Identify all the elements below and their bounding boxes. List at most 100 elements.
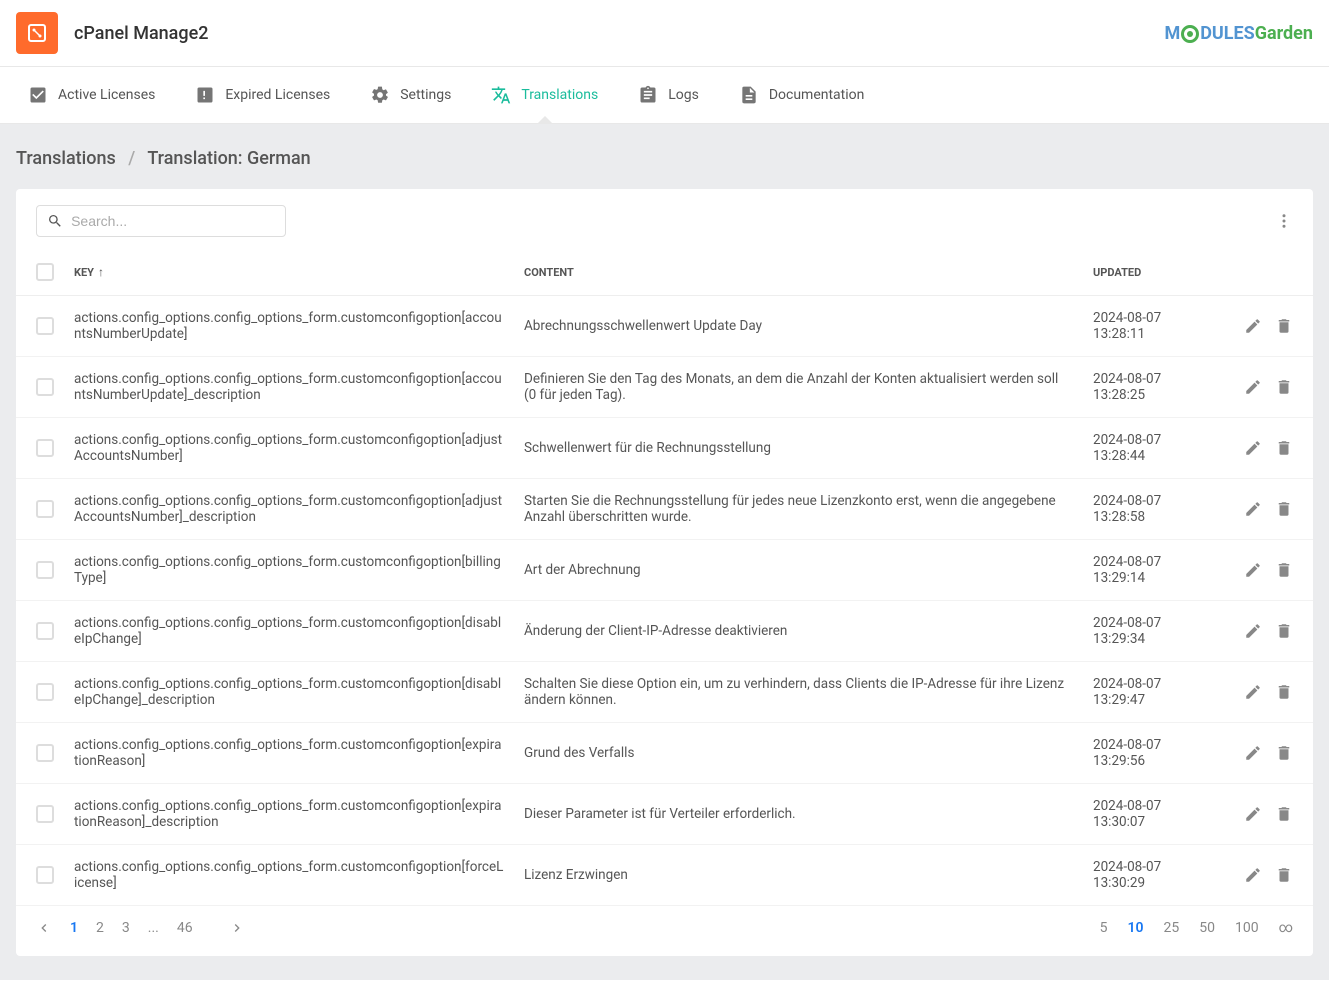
breadcrumb-root[interactable]: Translations <box>16 148 116 169</box>
nav-label: Documentation <box>769 87 865 103</box>
delete-icon[interactable] <box>1275 500 1293 518</box>
cell-key: actions.config_options.config_options_fo… <box>64 784 514 845</box>
gear-icon <box>370 85 390 105</box>
table-row: actions.config_options.config_options_fo… <box>16 540 1313 601</box>
nav-logs[interactable]: Logs <box>618 67 719 123</box>
clipboard-icon <box>638 85 658 105</box>
delete-icon[interactable] <box>1275 866 1293 884</box>
nav-documentation[interactable]: Documentation <box>719 67 885 123</box>
row-checkbox[interactable] <box>36 317 54 335</box>
edit-icon[interactable] <box>1244 561 1262 579</box>
nav-label: Logs <box>668 87 699 103</box>
cell-updated: 2024-08-07 13:29:47 <box>1083 662 1213 723</box>
page-size-option[interactable]: ∞ <box>1279 920 1293 936</box>
row-checkbox[interactable] <box>36 744 54 762</box>
nav-translations[interactable]: Translations <box>471 67 618 123</box>
cell-key: actions.config_options.config_options_fo… <box>64 723 514 784</box>
cell-content: Lizenz Erzwingen <box>514 845 1083 906</box>
page-size-option[interactable]: 5 <box>1100 920 1108 936</box>
nav-active-licenses[interactable]: Active Licenses <box>8 67 175 123</box>
cell-content: Änderung der Client-IP-Adresse deaktivie… <box>514 601 1083 662</box>
cell-content: Starten Sie die Rechnungsstellung für je… <box>514 479 1083 540</box>
page-number[interactable]: 3 <box>122 920 130 936</box>
table-row: actions.config_options.config_options_fo… <box>16 296 1313 357</box>
row-checkbox[interactable] <box>36 622 54 640</box>
page-number[interactable]: 46 <box>177 920 193 936</box>
page-size-option[interactable]: 100 <box>1235 920 1259 936</box>
delete-icon[interactable] <box>1275 439 1293 457</box>
page-size-option[interactable]: 25 <box>1163 920 1179 936</box>
edit-icon[interactable] <box>1244 744 1262 762</box>
table-row: actions.config_options.config_options_fo… <box>16 601 1313 662</box>
page-nav: 123...46 <box>36 920 245 936</box>
table-row: actions.config_options.config_options_fo… <box>16 723 1313 784</box>
more-vert-icon[interactable] <box>1275 212 1293 230</box>
table-row: actions.config_options.config_options_fo… <box>16 784 1313 845</box>
cell-content: Schwellenwert für die Rechnungsstellung <box>514 418 1083 479</box>
column-updated[interactable]: UPDATED <box>1083 249 1213 296</box>
table-row: actions.config_options.config_options_fo… <box>16 479 1313 540</box>
page-number[interactable]: 1 <box>70 920 78 936</box>
row-checkbox[interactable] <box>36 866 54 884</box>
prev-page-icon[interactable] <box>36 920 52 936</box>
row-checkbox[interactable] <box>36 805 54 823</box>
app-title: cPanel Manage2 <box>74 23 1164 44</box>
delete-icon[interactable] <box>1275 378 1293 396</box>
nav-expired-licenses[interactable]: Expired Licenses <box>175 67 350 123</box>
cell-updated: 2024-08-07 13:29:34 <box>1083 601 1213 662</box>
edit-icon[interactable] <box>1244 683 1262 701</box>
edit-icon[interactable] <box>1244 622 1262 640</box>
edit-icon[interactable] <box>1244 805 1262 823</box>
cell-updated: 2024-08-07 13:30:29 <box>1083 845 1213 906</box>
cell-content: Abrechnungsschwellenwert Update Day <box>514 296 1083 357</box>
row-checkbox[interactable] <box>36 683 54 701</box>
row-checkbox[interactable] <box>36 439 54 457</box>
edit-icon[interactable] <box>1244 866 1262 884</box>
page-number[interactable]: 2 <box>96 920 104 936</box>
row-checkbox[interactable] <box>36 378 54 396</box>
delete-icon[interactable] <box>1275 683 1293 701</box>
nav-label: Translations <box>521 87 598 103</box>
edit-icon[interactable] <box>1244 378 1262 396</box>
page-size-option[interactable]: 10 <box>1127 920 1143 936</box>
nav-settings[interactable]: Settings <box>350 67 471 123</box>
cell-content: Dieser Parameter ist für Verteiler erfor… <box>514 784 1083 845</box>
cell-content: Grund des Verfalls <box>514 723 1083 784</box>
table-row: actions.config_options.config_options_fo… <box>16 662 1313 723</box>
cell-content: Schalten Sie diese Option ein, um zu ver… <box>514 662 1083 723</box>
row-checkbox[interactable] <box>36 500 54 518</box>
next-page-icon[interactable] <box>229 920 245 936</box>
checklist-icon <box>28 85 48 105</box>
nav-label: Expired Licenses <box>225 87 330 103</box>
page-size-option[interactable]: 50 <box>1199 920 1215 936</box>
cell-content: Definieren Sie den Tag des Monats, an de… <box>514 357 1083 418</box>
cell-key: actions.config_options.config_options_fo… <box>64 540 514 601</box>
delete-icon[interactable] <box>1275 561 1293 579</box>
cell-key: actions.config_options.config_options_fo… <box>64 601 514 662</box>
cell-content: Art der Abrechnung <box>514 540 1083 601</box>
column-content[interactable]: CONTENT <box>514 249 1083 296</box>
cell-key: actions.config_options.config_options_fo… <box>64 357 514 418</box>
cell-key: actions.config_options.config_options_fo… <box>64 479 514 540</box>
nav-label: Active Licenses <box>58 87 155 103</box>
alert-icon <box>195 85 215 105</box>
delete-icon[interactable] <box>1275 744 1293 762</box>
search-input-container[interactable] <box>36 205 286 237</box>
delete-icon[interactable] <box>1275 805 1293 823</box>
cell-updated: 2024-08-07 13:28:58 <box>1083 479 1213 540</box>
delete-icon[interactable] <box>1275 622 1293 640</box>
search-input[interactable] <box>71 213 275 229</box>
delete-icon[interactable] <box>1275 317 1293 335</box>
edit-icon[interactable] <box>1244 500 1262 518</box>
breadcrumb-current: Translation: German <box>147 148 310 169</box>
row-checkbox[interactable] <box>36 561 54 579</box>
cell-updated: 2024-08-07 13:28:11 <box>1083 296 1213 357</box>
column-key[interactable]: KEY↑ <box>64 249 514 296</box>
edit-icon[interactable] <box>1244 439 1262 457</box>
sort-asc-icon: ↑ <box>98 265 104 279</box>
cell-updated: 2024-08-07 13:30:07 <box>1083 784 1213 845</box>
edit-icon[interactable] <box>1244 317 1262 335</box>
select-all-checkbox[interactable] <box>36 263 54 281</box>
cell-key: actions.config_options.config_options_fo… <box>64 662 514 723</box>
table-row: actions.config_options.config_options_fo… <box>16 418 1313 479</box>
